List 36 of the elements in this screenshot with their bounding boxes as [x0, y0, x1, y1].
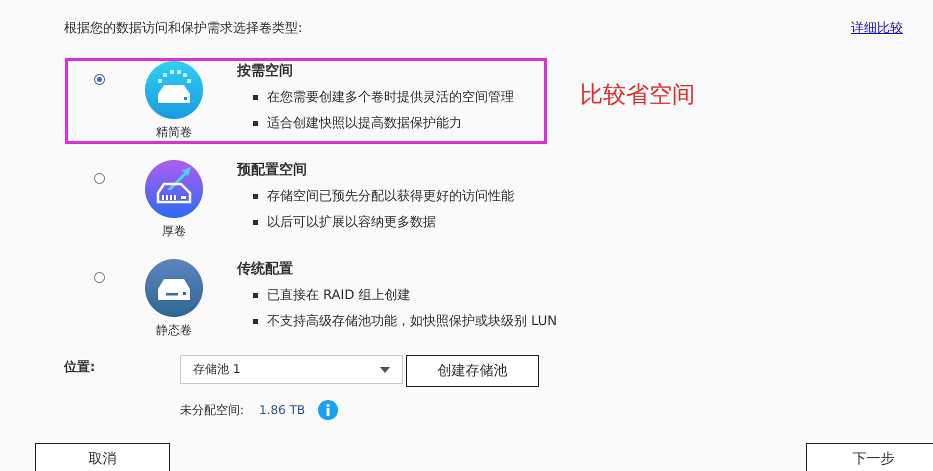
option-title: 预配置空间 — [237, 161, 308, 179]
volume-type-label: 静态卷 — [156, 322, 192, 339]
bullet-icon — [253, 194, 258, 198]
next-button[interactable]: 下一步 — [806, 443, 933, 471]
caret-icon — [380, 366, 390, 372]
radio-button[interactable] — [94, 173, 105, 184]
bullet-text: 不支持高级存储池功能，如快照保护或块级别 LUN — [267, 313, 557, 330]
bullet-icon — [253, 220, 258, 224]
volume-type-label: 厚卷 — [162, 223, 186, 240]
instruction-text: 根据您的数据访问和保护需求选择卷类型: — [64, 20, 302, 38]
compare-link[interactable]: 详细比较 — [851, 19, 903, 41]
radio-button[interactable] — [94, 74, 105, 85]
volume-type-label: 精简卷 — [156, 124, 192, 141]
option-title: 按需空间 — [237, 62, 294, 80]
bullet-icon — [253, 94, 258, 100]
location-label: 位置: — [64, 359, 96, 376]
bullet-text: 以后可以扩展以容纳更多数据 — [267, 214, 436, 231]
info-icon[interactable] — [318, 400, 338, 420]
bullet-icon — [253, 292, 258, 298]
option-title: 传统配置 — [237, 260, 294, 278]
drive-icon — [145, 160, 203, 218]
annotation-text: 比较省空间 — [580, 81, 695, 110]
pool-dropdown[interactable]: 存储池 1 — [180, 355, 403, 384]
unallocated-label: 未分配空间: — [180, 402, 244, 418]
bullet-text: 在您需要创建多个卷时提供灵活的空间管理 — [267, 89, 514, 106]
bullet-text: 存储空间已预先分配以获得更好的访问性能 — [267, 188, 514, 205]
unallocated-value: 1.86 TB — [259, 403, 306, 417]
bullet-icon — [253, 120, 258, 126]
create-pool-button[interactable]: 创建存储池 — [406, 355, 539, 387]
cancel-button[interactable]: 取消 — [35, 443, 170, 471]
drive-icon — [145, 259, 203, 317]
radio-button[interactable] — [94, 272, 105, 283]
bullet-text: 已直接在 RAID 组上创建 — [267, 287, 411, 304]
bullet-icon — [253, 318, 258, 324]
bullet-text: 适合创建快照以提高数据保护能力 — [267, 115, 462, 132]
drive-icon — [145, 61, 203, 119]
